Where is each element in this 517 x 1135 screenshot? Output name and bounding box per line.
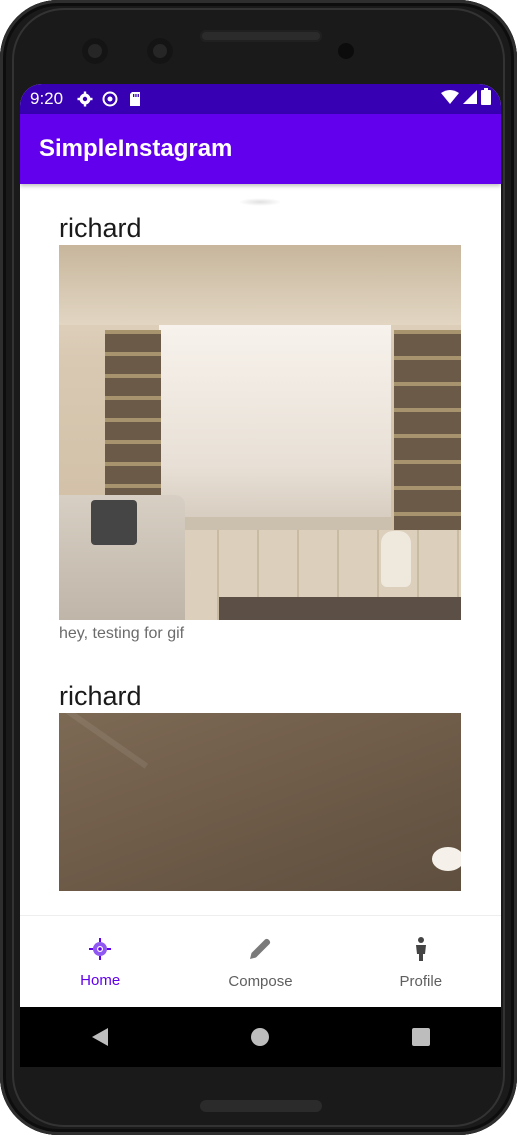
post-item[interactable]: richard hey, testing for gif — [59, 211, 461, 643]
pencil-icon — [247, 936, 273, 967]
home-target-icon — [88, 937, 112, 966]
nav-profile[interactable]: Profile — [341, 916, 501, 1008]
post-item[interactable]: richard — [59, 679, 461, 891]
front-camera-icon — [147, 38, 173, 64]
at-sign-icon — [102, 91, 118, 107]
room-photo — [59, 245, 461, 620]
nav-compose[interactable]: Compose — [180, 916, 340, 1008]
battery-icon — [481, 88, 491, 110]
earpiece-speaker — [200, 30, 322, 42]
app-bar: SimpleInstagram — [20, 114, 501, 184]
status-time: 9:20 — [30, 89, 64, 108]
back-icon[interactable] — [80, 1017, 120, 1057]
settings-gear-icon — [77, 91, 93, 107]
wifi-icon — [441, 89, 459, 109]
post-feed[interactable]: richard hey, testing for gif richard — [20, 184, 501, 915]
post-image[interactable] — [59, 245, 461, 620]
front-camera-icon — [82, 38, 108, 64]
system-navigation-bar — [20, 1007, 501, 1067]
device-screen: 9:20 SimpleInstagram richard hey, testin… — [20, 84, 501, 1067]
post-username[interactable]: richard — [59, 679, 461, 713]
person-icon — [413, 936, 429, 967]
desk-photo — [59, 713, 461, 891]
status-bar: 9:20 — [20, 84, 501, 114]
post-image[interactable] — [59, 713, 461, 891]
nav-profile-label: Profile — [399, 973, 443, 990]
home-icon[interactable] — [240, 1017, 280, 1057]
post-username[interactable]: richard — [59, 211, 461, 245]
bottom-speaker — [200, 1100, 322, 1112]
recents-icon[interactable] — [401, 1017, 441, 1057]
phone-frame: 9:20 SimpleInstagram richard hey, testin… — [0, 0, 517, 1135]
signal-icon — [463, 89, 477, 109]
post-caption: hey, testing for gif — [59, 625, 185, 642]
app-title: SimpleInstagram — [39, 135, 233, 162]
nav-compose-label: Compose — [228, 973, 293, 990]
nav-home-label: Home — [80, 972, 121, 989]
nav-home[interactable]: Home — [20, 916, 180, 1008]
sd-card-icon — [127, 91, 143, 107]
proximity-sensor — [338, 43, 354, 59]
bottom-navigation: Home Compose Profile — [20, 915, 501, 1008]
